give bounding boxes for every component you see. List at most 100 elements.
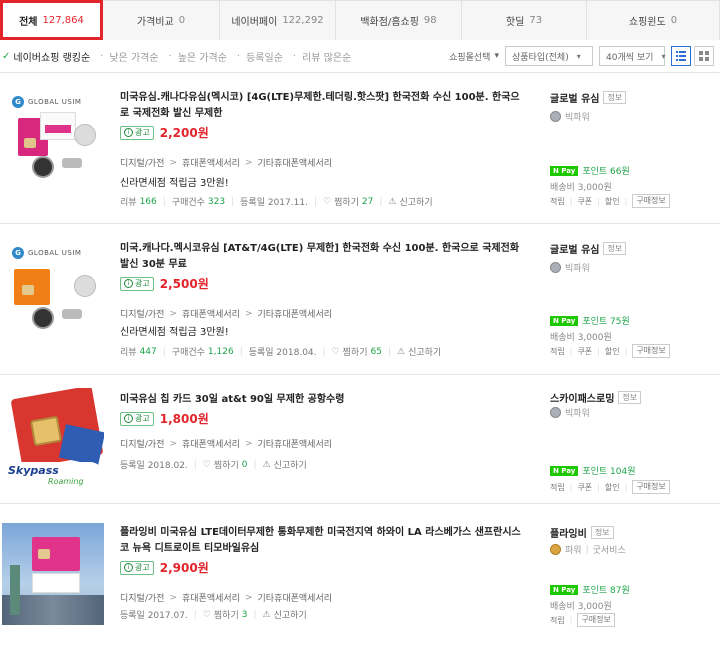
report-link[interactable]: 신고하기 (274, 608, 307, 621)
tab-all[interactable]: 전체 127,864 (0, 0, 103, 40)
category-link[interactable]: 디지털/가전 (120, 437, 164, 450)
category-link[interactable]: 디지털/가전 (120, 307, 164, 320)
ad-badge[interactable]: i 광고 (120, 411, 154, 426)
wish-label[interactable]: 찜하기 (214, 458, 239, 471)
report-icon[interactable]: ⚠ (263, 460, 271, 470)
compass-image (32, 307, 54, 329)
chevron-right-icon: > (244, 308, 253, 319)
sort-low-price[interactable]: · 낮은 가격순 (100, 49, 158, 64)
purchase-count: 1,126 (207, 346, 234, 357)
tab-hotdeal[interactable]: 핫딜 73 (462, 0, 587, 40)
category-link[interactable]: 휴대폰액세서리 (182, 437, 240, 450)
review-label[interactable]: 리뷰 (120, 345, 137, 358)
category-link[interactable]: 기타휴대폰액세서리 (258, 437, 333, 450)
product-thumbnail[interactable] (2, 523, 104, 625)
sort-ranking[interactable]: ✓ 네이버쇼핑 랭킹순 (2, 49, 90, 64)
category-link[interactable]: 휴대폰액세서리 (182, 591, 240, 604)
wish-label[interactable]: 찜하기 (214, 608, 239, 621)
product-thumbnail[interactable]: G GLOBAL USIM (2, 88, 104, 190)
product-title[interactable]: 미국.캐나다.멕시코유심 [AT&T/4G(LTE) 무제한] 한국전화 수신 … (120, 241, 525, 273)
tab-label: 핫딜 (505, 17, 525, 28)
check-icon: ✓ (2, 51, 11, 62)
tab-department-store[interactable]: 백화점/홈쇼핑 98 (336, 0, 462, 40)
heart-icon[interactable]: ♡ (332, 347, 340, 357)
npay-points: N Pay 포인트 75원 (550, 314, 630, 327)
grid-view-button[interactable] (694, 46, 714, 66)
category-path: 디지털/가전 > 휴대폰액세서리 > 기타휴대폰액세서리 (120, 437, 333, 451)
heart-icon[interactable]: ♡ (203, 610, 211, 620)
mall-name: 글로벌 유심 정보 (550, 241, 627, 256)
product-type-select[interactable]: 상품타입(전체) ▾ (505, 46, 593, 66)
globe-image (74, 124, 96, 146)
product-price[interactable]: 2,500원 (160, 275, 209, 292)
mall-info-button[interactable]: 정보 (590, 526, 614, 539)
per-page-select[interactable]: 40개씩 보기 ▾ (599, 46, 665, 66)
tab-price-compare[interactable]: 가격비교 0 (103, 0, 220, 40)
npay-icon: N Pay (550, 165, 579, 176)
sort-date[interactable]: · 등록일순 (237, 49, 283, 64)
dot-icon: · (100, 51, 104, 62)
sort-high-price[interactable]: · 높은 가격순 (169, 49, 227, 64)
review-count[interactable]: 447 (140, 347, 157, 357)
mall-select-label[interactable]: 쇼핑몰선택 (449, 50, 490, 63)
product-price[interactable]: 1,800원 (160, 410, 209, 427)
product-price[interactable]: 2,200원 (160, 124, 209, 141)
wish-label[interactable]: 찜하기 (334, 195, 359, 208)
purchase-info-button[interactable]: 구매정보 (632, 194, 670, 208)
category-link[interactable]: 기타휴대폰액세서리 (258, 156, 333, 169)
purchase-count: 323 (207, 196, 226, 207)
product-title[interactable]: 미국유심 칩 카드 30일 at&t 90일 무제한 공항수령 (120, 392, 525, 408)
registered-date: 등록일 2017.07. (120, 611, 188, 621)
sim-card-image (32, 537, 80, 571)
medal-icon (550, 111, 561, 122)
mall-info-button[interactable]: 정보 (603, 242, 627, 255)
category-link[interactable]: 디지털/가전 (120, 591, 164, 604)
purchase-info-button[interactable]: 구매정보 (632, 344, 670, 358)
review-count[interactable]: 166 (140, 197, 157, 207)
report-icon[interactable]: ⚠ (263, 610, 271, 620)
price-row: i 광고 1,800원 (120, 410, 209, 427)
heart-icon[interactable]: ♡ (323, 197, 331, 207)
tab-count: 122,292 (282, 15, 324, 26)
list-view-button[interactable] (671, 46, 691, 66)
purchase-info-button[interactable]: 구매정보 (632, 480, 670, 494)
category-link[interactable]: 디지털/가전 (120, 156, 164, 169)
ad-badge[interactable]: i 광고 (120, 125, 154, 140)
mall-name: 글로벌 유심 정보 (550, 90, 627, 105)
report-link[interactable]: 신고하기 (274, 458, 307, 471)
review-label[interactable]: 리뷰 (120, 195, 137, 208)
sort-label: 등록일순 (246, 53, 283, 64)
purchase-info-button[interactable]: 구매정보 (577, 613, 615, 627)
category-link[interactable]: 휴대폰액세서리 (182, 307, 240, 320)
dot-icon: · (236, 51, 241, 62)
report-icon[interactable]: ⚠ (397, 347, 405, 357)
mall-info-button[interactable]: 정보 (618, 391, 642, 404)
sim-card-image (14, 269, 50, 305)
report-icon[interactable]: ⚠ (388, 197, 396, 207)
product-title[interactable]: 플라잉비 미국유심 LTE데이터무제한 통화무제한 미국전지역 하와이 LA 라… (120, 525, 525, 557)
ad-badge[interactable]: i 광고 (120, 560, 154, 575)
mall-info-button[interactable]: 정보 (603, 91, 627, 104)
product-meta: 등록일 2018.02. | ♡ 찜하기 0 | ⚠ 신고하기 (120, 458, 307, 472)
product-thumbnail[interactable]: Skypass Roaming (2, 388, 104, 490)
product-title[interactable]: 미국유심.캐나다유심(멕시코) [4G(LTE)무제한.테더링.핫스팟] 한국전… (120, 90, 525, 122)
sort-reviews[interactable]: · 리뷰 많은순 (293, 49, 351, 64)
product-thumbnail[interactable]: G GLOBAL USIM (2, 239, 104, 341)
list-icon (676, 51, 686, 61)
tab-label: 백화점/홈쇼핑 (360, 17, 419, 28)
category-link[interactable]: 휴대폰액세서리 (182, 156, 240, 169)
report-link[interactable]: 신고하기 (399, 195, 432, 208)
report-link[interactable]: 신고하기 (408, 345, 441, 358)
product-price[interactable]: 2,900원 (160, 559, 209, 576)
tab-shopping-window[interactable]: 쇼핑윈도 0 (587, 0, 720, 40)
heart-icon[interactable]: ♡ (203, 460, 211, 470)
tab-label: 가격비교 (136, 17, 174, 28)
ad-badge[interactable]: i 광고 (120, 276, 154, 291)
npay-icon: N Pay (550, 465, 579, 476)
registered-date: 등록일 2018.04. (248, 348, 317, 358)
category-link[interactable]: 기타휴대폰액세서리 (258, 307, 333, 320)
category-link[interactable]: 기타휴대폰액세서리 (258, 591, 333, 604)
wish-label[interactable]: 찜하기 (343, 345, 368, 358)
tab-naverpay[interactable]: 네이버페이 122,292 (220, 0, 336, 40)
select-value: 40개씩 보기 (606, 52, 654, 63)
